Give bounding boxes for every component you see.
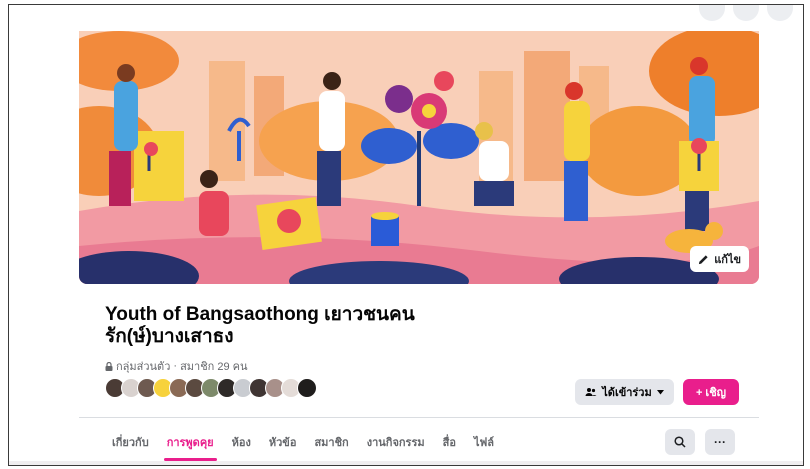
top-nav-buttons (699, 5, 793, 21)
meta-separator: · (173, 360, 178, 372)
top-nav-button[interactable] (733, 5, 759, 21)
more-icon: ··· (714, 435, 726, 449)
edit-cover-button[interactable]: แก้ไข (690, 246, 749, 272)
top-nav-button[interactable] (699, 5, 725, 21)
tab-files[interactable]: ไฟล์ (465, 425, 503, 459)
header-divider (79, 417, 759, 418)
tab-discussion[interactable]: การพูดคุย (158, 425, 223, 461)
invite-label: + เชิญ (695, 387, 727, 399)
avatar[interactable] (297, 378, 317, 398)
tab-media[interactable]: สื่อ (434, 425, 465, 459)
top-nav-button[interactable] (767, 5, 793, 21)
more-options-button[interactable]: ··· (705, 429, 735, 455)
cover-illustration (79, 31, 759, 284)
tab-events[interactable]: งานกิจกรรม (358, 425, 434, 459)
group-meta: กลุ่มส่วนตัว · สมาชิก 29 คน (105, 357, 248, 375)
joined-label: ได้เข้าร่วม (602, 387, 652, 399)
joined-button[interactable]: ได้เข้าร่วม (575, 379, 674, 405)
tab-topics[interactable]: หัวข้อ (260, 425, 306, 459)
invite-button[interactable]: + เชิญ (683, 379, 739, 405)
tab-about[interactable]: เกี่ยวกับ (103, 425, 158, 459)
dropdown-caret-icon (656, 389, 664, 394)
member-count[interactable]: สมาชิก 29 คน (180, 357, 248, 375)
search-icon (674, 436, 686, 448)
group-header-card: แก้ไข Youth of Bangsaothong เยาวชนคนรัก(… (45, 27, 797, 465)
group-title[interactable]: Youth of Bangsaothong เยาวชนคนรัก(ษ์)บาง… (105, 304, 435, 348)
pencil-icon (699, 254, 708, 264)
cover-photo: แก้ไข (79, 31, 759, 284)
lock-icon (105, 361, 113, 371)
search-button[interactable] (665, 429, 695, 455)
page-background-strip (9, 461, 803, 465)
privacy-label[interactable]: กลุ่มส่วนตัว (116, 357, 170, 375)
edit-cover-label: แก้ไข (714, 254, 741, 266)
tab-rooms[interactable]: ห้อง (223, 425, 260, 459)
member-avatar-stack[interactable] (105, 378, 317, 398)
people-icon (585, 388, 597, 396)
group-tabs: เกี่ยวกับ การพูดคุย ห้อง หัวข้อ สมาชิก ง… (103, 425, 503, 465)
browser-frame: แก้ไข Youth of Bangsaothong เยาวชนคนรัก(… (8, 4, 804, 466)
tab-members[interactable]: สมาชิก (305, 425, 357, 459)
